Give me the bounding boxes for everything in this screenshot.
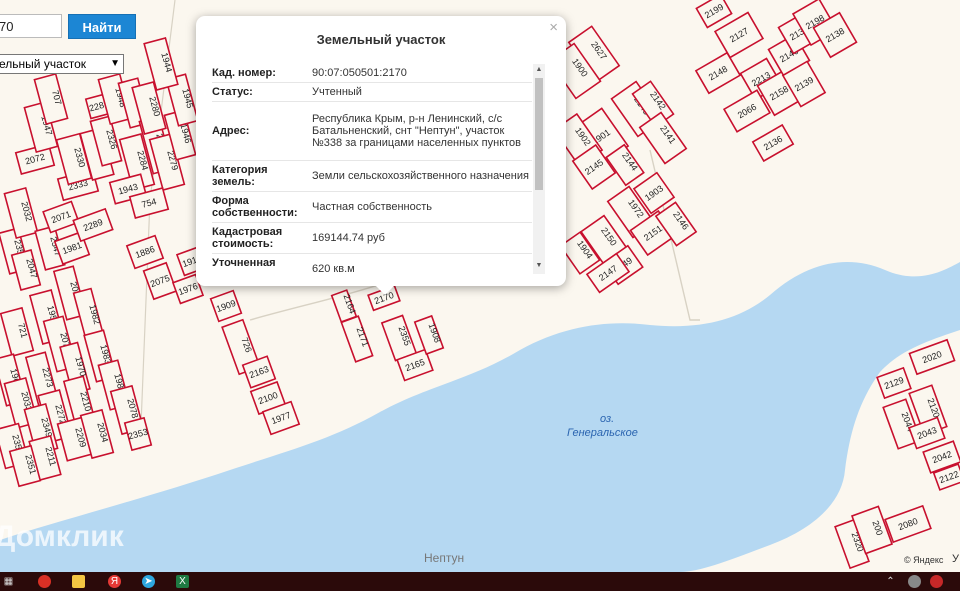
info-value: Земли сельскохозяйственного назначения (312, 170, 529, 182)
info-row-area: Уточненная площадь: 620 кв.м (212, 254, 532, 272)
scroll-down-arrow-icon[interactable]: ▼ (533, 262, 545, 272)
info-row-address: Адрес: Республика Крым, р-н Ленинский, с… (212, 102, 532, 161)
search-input[interactable]: 70 (0, 14, 62, 38)
info-key: Адрес: (212, 125, 250, 137)
telegram-icon[interactable]: ➤ (142, 575, 155, 588)
domclick-watermark: Домклик (0, 520, 125, 553)
info-value: Учтенный (312, 86, 362, 98)
cadastral-plot[interactable]: 2355 (380, 314, 418, 362)
search-button[interactable]: Найти (68, 14, 136, 39)
cadastral-plot[interactable]: 1909 (209, 289, 243, 323)
cadastral-plot[interactable]: 2289 (72, 207, 114, 243)
info-value: 169144.74 руб (312, 232, 385, 244)
info-value: 620 кв.м (312, 263, 355, 272)
scroll-up-arrow-icon[interactable]: ▲ (533, 66, 545, 76)
parcel-popup: Земельный участок × Кад. номер: 90:07:05… (196, 16, 566, 295)
info-row-land-category: Категория земель: Земли сельскохозяйстве… (212, 161, 532, 192)
info-key: Уточненная площадь: (212, 257, 276, 272)
popup-scrollbar[interactable]: ▲ ▼ (533, 64, 545, 274)
yandex-icon[interactable]: Я (108, 575, 121, 588)
windows-icon[interactable]: ▦ (2, 575, 15, 588)
cadastral-plot[interactable]: 721 (0, 306, 35, 358)
info-key: Категория земель: (212, 164, 268, 188)
info-value: Частная собственность (312, 201, 433, 213)
cadastral-plot[interactable]: 2075 (142, 261, 178, 301)
info-value: Республика Крым, р-н Ленинский, с/с Бата… (312, 113, 522, 149)
speaker-icon[interactable] (908, 575, 921, 588)
cadastral-plot[interactable]: 2199 (695, 0, 733, 29)
cadastral-plot[interactable]: 2071 (42, 200, 80, 234)
chevron-up-icon[interactable]: ⌃ (884, 575, 897, 588)
cadastral-plot[interactable]: 2171 (340, 315, 374, 363)
lake-label-1: оз. (600, 413, 614, 425)
yandex-copyright: © Яндекс (904, 555, 944, 565)
lake-label-2: Генеральское (567, 427, 638, 439)
cadastral-plot[interactable]: 2353 (123, 416, 153, 452)
info-row-cadastral-number: Кад. номер: 90:07:050501:2170 (212, 64, 532, 83)
cadastral-plot[interactable]: 1944 (143, 36, 179, 92)
info-row-status: Статус: Учтенный (212, 83, 532, 102)
info-key: Кад. номер: (212, 67, 276, 79)
cadastral-plot[interactable]: 1908 (413, 314, 445, 356)
cadastral-plot[interactable]: 2129 (876, 366, 912, 400)
cadastral-plot[interactable]: 1886 (125, 234, 165, 270)
taskbar: ▦ Я ➤ X ⌃ (0, 572, 960, 591)
yandex-terms-link[interactable]: У (952, 553, 959, 565)
cadastral-plot[interactable]: 2164 (330, 289, 359, 323)
lake-generalskoe (0, 262, 960, 572)
chrome-icon[interactable] (38, 575, 51, 588)
popup-info-table: Кад. номер: 90:07:050501:2170 Статус: Уч… (212, 64, 532, 272)
chevron-down-icon: ▼ (110, 58, 120, 69)
cadastral-plot[interactable]: 2136 (751, 123, 795, 163)
tray-icon[interactable] (930, 575, 943, 588)
close-icon[interactable]: × (549, 19, 558, 36)
layer-select-value: ельный участок (0, 57, 87, 71)
info-key: Кадастровая стоимость: (212, 226, 283, 250)
scroll-thumb[interactable] (535, 78, 543, 190)
place-label: Нептун (424, 551, 464, 565)
info-key: Форма собственности: (212, 195, 298, 219)
excel-icon[interactable]: X (176, 575, 189, 588)
info-row-cadastral-value: Кадастровая стоимость: 169144.74 руб (212, 223, 532, 254)
cadastral-plot[interactable]: 2148 (694, 51, 742, 95)
cadastral-plot[interactable]: 2080 (884, 504, 932, 544)
popup-title: Земельный участок (316, 32, 446, 47)
cadastral-plot[interactable]: 2047 (10, 249, 42, 291)
explorer-icon[interactable] (72, 575, 85, 588)
info-row-ownership: Форма собственности: Частная собственнос… (212, 192, 532, 223)
info-key: Статус: (212, 86, 253, 98)
info-value: 90:07:050501:2170 (312, 67, 407, 79)
layer-select[interactable]: ельный участок ▼ (0, 54, 124, 74)
